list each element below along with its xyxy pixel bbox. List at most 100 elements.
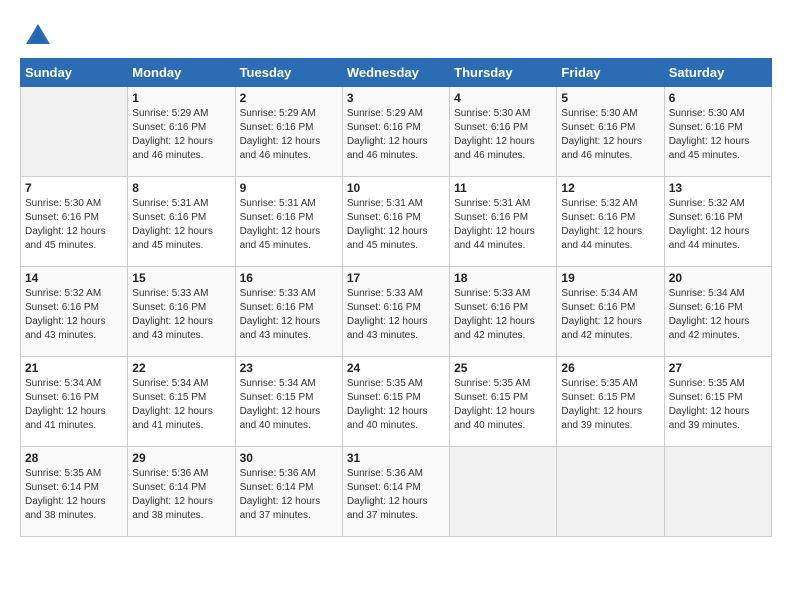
day-of-week-header: Friday — [557, 59, 664, 87]
logo-icon — [22, 20, 54, 52]
day-info: Sunrise: 5:36 AMSunset: 6:14 PMDaylight:… — [132, 467, 230, 523]
day-number: 16 — [240, 271, 338, 285]
day-info: Sunrise: 5:35 AMSunset: 6:15 PMDaylight:… — [454, 377, 552, 433]
day-info: Sunrise: 5:35 AMSunset: 6:14 PMDaylight:… — [25, 467, 123, 523]
calendar-week-row: 7 Sunrise: 5:30 AMSunset: 6:16 PMDayligh… — [21, 177, 772, 267]
calendar-cell: 17 Sunrise: 5:33 AMSunset: 6:16 PMDaylig… — [342, 267, 449, 357]
day-number: 1 — [132, 91, 230, 105]
day-number: 27 — [669, 361, 767, 375]
day-info: Sunrise: 5:32 AMSunset: 6:16 PMDaylight:… — [669, 197, 767, 253]
day-number: 11 — [454, 181, 552, 195]
day-info: Sunrise: 5:29 AMSunset: 6:16 PMDaylight:… — [132, 107, 230, 163]
day-info: Sunrise: 5:31 AMSunset: 6:16 PMDaylight:… — [132, 197, 230, 253]
day-number: 14 — [25, 271, 123, 285]
day-number: 10 — [347, 181, 445, 195]
calendar-cell: 12 Sunrise: 5:32 AMSunset: 6:16 PMDaylig… — [557, 177, 664, 267]
day-number: 6 — [669, 91, 767, 105]
day-info: Sunrise: 5:33 AMSunset: 6:16 PMDaylight:… — [132, 287, 230, 343]
day-number: 17 — [347, 271, 445, 285]
calendar-cell: 23 Sunrise: 5:34 AMSunset: 6:15 PMDaylig… — [235, 357, 342, 447]
day-number: 9 — [240, 181, 338, 195]
day-number: 28 — [25, 451, 123, 465]
day-info: Sunrise: 5:30 AMSunset: 6:16 PMDaylight:… — [25, 197, 123, 253]
calendar-cell: 11 Sunrise: 5:31 AMSunset: 6:16 PMDaylig… — [450, 177, 557, 267]
calendar-cell: 5 Sunrise: 5:30 AMSunset: 6:16 PMDayligh… — [557, 87, 664, 177]
day-number: 29 — [132, 451, 230, 465]
calendar-cell: 29 Sunrise: 5:36 AMSunset: 6:14 PMDaylig… — [128, 447, 235, 537]
day-number: 5 — [561, 91, 659, 105]
calendar-cell: 15 Sunrise: 5:33 AMSunset: 6:16 PMDaylig… — [128, 267, 235, 357]
day-info: Sunrise: 5:35 AMSunset: 6:15 PMDaylight:… — [669, 377, 767, 433]
day-info: Sunrise: 5:32 AMSunset: 6:16 PMDaylight:… — [561, 197, 659, 253]
calendar-cell: 18 Sunrise: 5:33 AMSunset: 6:16 PMDaylig… — [450, 267, 557, 357]
calendar-week-row: 28 Sunrise: 5:35 AMSunset: 6:14 PMDaylig… — [21, 447, 772, 537]
logo — [20, 20, 54, 52]
day-number: 8 — [132, 181, 230, 195]
calendar-cell: 7 Sunrise: 5:30 AMSunset: 6:16 PMDayligh… — [21, 177, 128, 267]
calendar-cell: 21 Sunrise: 5:34 AMSunset: 6:16 PMDaylig… — [21, 357, 128, 447]
day-number: 21 — [25, 361, 123, 375]
day-info: Sunrise: 5:30 AMSunset: 6:16 PMDaylight:… — [561, 107, 659, 163]
day-number: 24 — [347, 361, 445, 375]
calendar-cell: 20 Sunrise: 5:34 AMSunset: 6:16 PMDaylig… — [664, 267, 771, 357]
calendar-cell — [450, 447, 557, 537]
day-number: 18 — [454, 271, 552, 285]
calendar-cell: 3 Sunrise: 5:29 AMSunset: 6:16 PMDayligh… — [342, 87, 449, 177]
calendar-cell: 25 Sunrise: 5:35 AMSunset: 6:15 PMDaylig… — [450, 357, 557, 447]
day-info: Sunrise: 5:34 AMSunset: 6:15 PMDaylight:… — [132, 377, 230, 433]
day-of-week-header: Sunday — [21, 59, 128, 87]
day-number: 22 — [132, 361, 230, 375]
calendar-cell: 30 Sunrise: 5:36 AMSunset: 6:14 PMDaylig… — [235, 447, 342, 537]
calendar-cell: 8 Sunrise: 5:31 AMSunset: 6:16 PMDayligh… — [128, 177, 235, 267]
day-info: Sunrise: 5:31 AMSunset: 6:16 PMDaylight:… — [240, 197, 338, 253]
day-info: Sunrise: 5:34 AMSunset: 6:16 PMDaylight:… — [669, 287, 767, 343]
calendar-week-row: 21 Sunrise: 5:34 AMSunset: 6:16 PMDaylig… — [21, 357, 772, 447]
day-of-week-header: Wednesday — [342, 59, 449, 87]
day-info: Sunrise: 5:36 AMSunset: 6:14 PMDaylight:… — [240, 467, 338, 523]
calendar-body: 1 Sunrise: 5:29 AMSunset: 6:16 PMDayligh… — [21, 87, 772, 537]
calendar-cell: 13 Sunrise: 5:32 AMSunset: 6:16 PMDaylig… — [664, 177, 771, 267]
day-number: 23 — [240, 361, 338, 375]
day-number: 26 — [561, 361, 659, 375]
calendar-cell — [664, 447, 771, 537]
day-info: Sunrise: 5:29 AMSunset: 6:16 PMDaylight:… — [240, 107, 338, 163]
day-info: Sunrise: 5:34 AMSunset: 6:16 PMDaylight:… — [561, 287, 659, 343]
calendar-cell: 14 Sunrise: 5:32 AMSunset: 6:16 PMDaylig… — [21, 267, 128, 357]
calendar-cell — [557, 447, 664, 537]
day-info: Sunrise: 5:35 AMSunset: 6:15 PMDaylight:… — [561, 377, 659, 433]
day-info: Sunrise: 5:32 AMSunset: 6:16 PMDaylight:… — [25, 287, 123, 343]
day-info: Sunrise: 5:30 AMSunset: 6:16 PMDaylight:… — [669, 107, 767, 163]
day-number: 4 — [454, 91, 552, 105]
day-info: Sunrise: 5:33 AMSunset: 6:16 PMDaylight:… — [347, 287, 445, 343]
day-number: 31 — [347, 451, 445, 465]
day-info: Sunrise: 5:34 AMSunset: 6:15 PMDaylight:… — [240, 377, 338, 433]
calendar-cell: 10 Sunrise: 5:31 AMSunset: 6:16 PMDaylig… — [342, 177, 449, 267]
day-info: Sunrise: 5:36 AMSunset: 6:14 PMDaylight:… — [347, 467, 445, 523]
day-number: 19 — [561, 271, 659, 285]
calendar-cell — [21, 87, 128, 177]
calendar-cell: 27 Sunrise: 5:35 AMSunset: 6:15 PMDaylig… — [664, 357, 771, 447]
day-number: 2 — [240, 91, 338, 105]
day-info: Sunrise: 5:31 AMSunset: 6:16 PMDaylight:… — [347, 197, 445, 253]
day-number: 13 — [669, 181, 767, 195]
calendar-cell: 19 Sunrise: 5:34 AMSunset: 6:16 PMDaylig… — [557, 267, 664, 357]
calendar-cell: 24 Sunrise: 5:35 AMSunset: 6:15 PMDaylig… — [342, 357, 449, 447]
calendar-header: SundayMondayTuesdayWednesdayThursdayFrid… — [21, 59, 772, 87]
day-info: Sunrise: 5:29 AMSunset: 6:16 PMDaylight:… — [347, 107, 445, 163]
day-number: 20 — [669, 271, 767, 285]
day-number: 3 — [347, 91, 445, 105]
calendar-cell: 16 Sunrise: 5:33 AMSunset: 6:16 PMDaylig… — [235, 267, 342, 357]
day-info: Sunrise: 5:31 AMSunset: 6:16 PMDaylight:… — [454, 197, 552, 253]
day-number: 30 — [240, 451, 338, 465]
day-of-week-header: Monday — [128, 59, 235, 87]
calendar-cell: 6 Sunrise: 5:30 AMSunset: 6:16 PMDayligh… — [664, 87, 771, 177]
day-info: Sunrise: 5:33 AMSunset: 6:16 PMDaylight:… — [240, 287, 338, 343]
header-row: SundayMondayTuesdayWednesdayThursdayFrid… — [21, 59, 772, 87]
day-number: 25 — [454, 361, 552, 375]
calendar-cell: 31 Sunrise: 5:36 AMSunset: 6:14 PMDaylig… — [342, 447, 449, 537]
calendar-week-row: 14 Sunrise: 5:32 AMSunset: 6:16 PMDaylig… — [21, 267, 772, 357]
calendar-table: SundayMondayTuesdayWednesdayThursdayFrid… — [20, 58, 772, 537]
page-header — [20, 20, 772, 52]
day-of-week-header: Saturday — [664, 59, 771, 87]
day-number: 12 — [561, 181, 659, 195]
